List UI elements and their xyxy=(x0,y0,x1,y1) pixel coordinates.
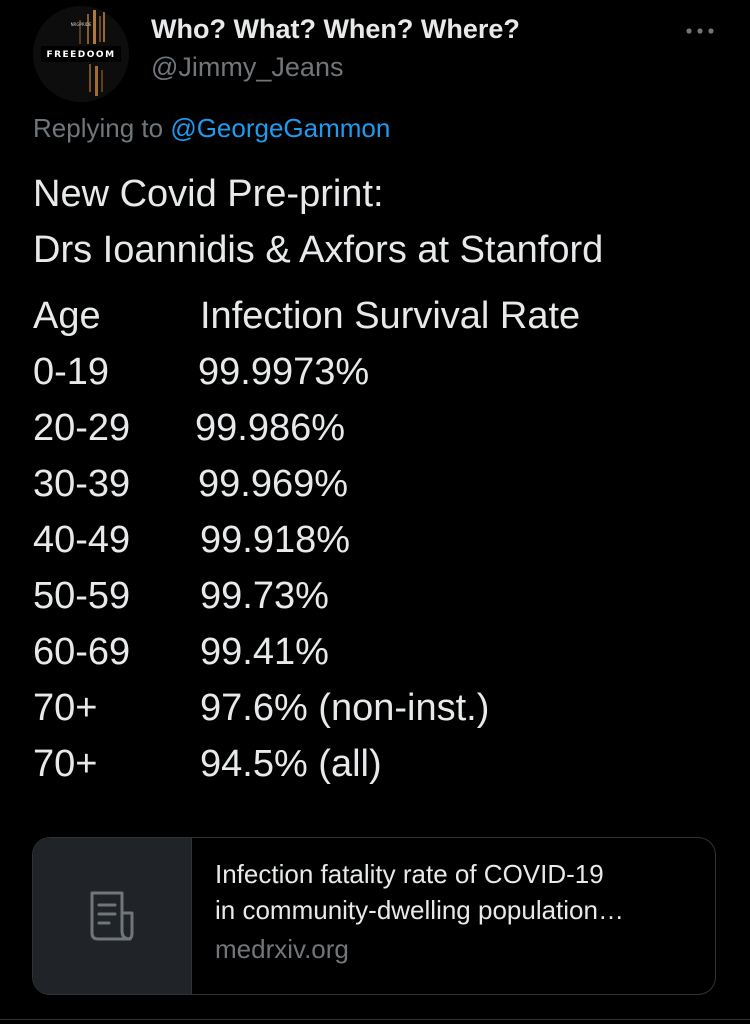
age-cell: 60-69 xyxy=(33,631,131,673)
rate-cell: 99.986% xyxy=(195,407,346,449)
age-header: Age xyxy=(33,295,101,337)
age-cell: 20-29 xyxy=(33,407,131,449)
avatar-small-text: NRGPRIDE xyxy=(71,22,92,27)
rate-header: Infection Survival Rate xyxy=(200,295,581,337)
more-icon xyxy=(686,28,714,34)
display-name[interactable]: Who? What? When? Where? xyxy=(151,14,520,45)
rate-cell: 97.6% (non-inst.) xyxy=(200,687,490,729)
age-cell: 70+ xyxy=(33,743,98,785)
rate-cell: 94.5% (all) xyxy=(200,743,382,785)
age-cell: 50-59 xyxy=(33,575,131,617)
age-cell: 70+ xyxy=(33,687,98,729)
card-title-line: in community-dwelling population… xyxy=(215,895,624,925)
document-icon xyxy=(90,891,134,941)
rate-cell: 99.918% xyxy=(200,519,351,561)
handle[interactable]: @Jimmy_Jeans xyxy=(151,52,343,83)
age-cell: 30-39 xyxy=(33,463,131,505)
avatar-text: FREEDOOM xyxy=(46,50,115,60)
rate-cell: 99.73% xyxy=(200,575,329,617)
replying-prefix: Replying to xyxy=(33,113,171,143)
tweet-line: New Covid Pre-print: xyxy=(33,173,384,215)
age-cell: 0-19 xyxy=(33,351,110,393)
tweet-text: New Covid Pre-print: Drs Ioannidis & Axf… xyxy=(33,166,603,278)
divider xyxy=(0,1019,750,1020)
age-cell: 40-49 xyxy=(33,519,131,561)
card-domain: medrxiv.org xyxy=(215,934,349,964)
rate-cell: 99.969% xyxy=(198,463,349,505)
card-thumbnail xyxy=(33,838,192,994)
avatar-image: NRGPRIDE FREEDOOM xyxy=(33,6,129,102)
card-title-line: Infection fatality rate of COVID-19 xyxy=(215,859,604,889)
tweet: NRGPRIDE FREEDOOM Who? What? When? Where… xyxy=(0,0,750,1024)
card-title: Infection fatality rate of COVID-19 in c… xyxy=(215,856,695,928)
tweet-line: Drs Ioannidis & Axfors at Stanford xyxy=(33,229,604,271)
reply-mention-link[interactable]: @GeorgeGammon xyxy=(170,113,390,143)
card-text: Infection fatality rate of COVID-19 in c… xyxy=(215,856,695,965)
more-options-button[interactable] xyxy=(680,20,720,42)
replying-to: Replying to @GeorgeGammon xyxy=(33,113,390,144)
link-card[interactable]: Infection fatality rate of COVID-19 in c… xyxy=(32,837,716,995)
rate-cell: 99.41% xyxy=(200,631,329,673)
avatar[interactable]: NRGPRIDE FREEDOOM xyxy=(33,6,129,102)
rate-cell: 99.9973% xyxy=(198,351,370,393)
